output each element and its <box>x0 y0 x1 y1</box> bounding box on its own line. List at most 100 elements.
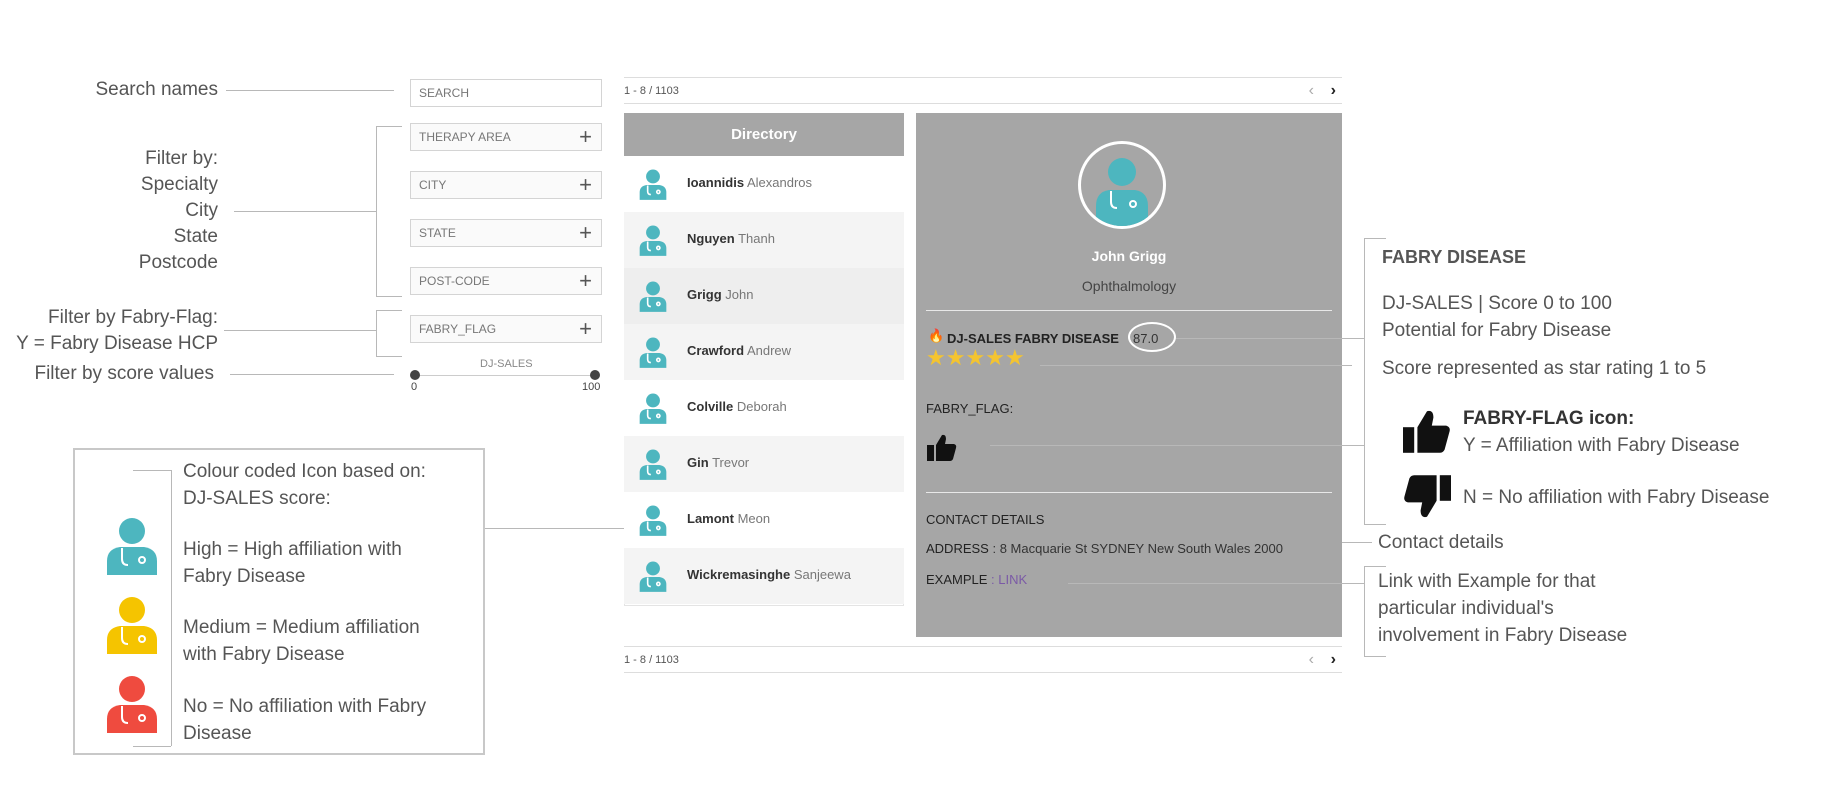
doctor-icon <box>639 225 667 256</box>
slider-max-handle[interactable] <box>590 370 600 380</box>
annotation-score-desc: DJ-SALES | Score 0 to 100 Potential for … <box>1382 290 1612 344</box>
pager-top: 1 - 8 / 1103 ‹ › <box>624 77 1342 104</box>
list-item-name: Gin Trevor <box>687 455 749 470</box>
slider-min-handle[interactable] <box>410 370 420 380</box>
annotation-line: City <box>185 200 218 221</box>
fire-icon: 🔥 <box>928 328 945 343</box>
annotation-line: Y = Fabry Disease HCP <box>16 333 218 354</box>
bracket <box>133 470 171 471</box>
example-row: EXAMPLE : LINK <box>926 572 1027 587</box>
annotation-search-names: Search names <box>95 79 218 100</box>
star-icon: ★ <box>965 345 986 370</box>
first-name: Sanjeewa <box>793 567 851 582</box>
annotation-line: FABRY-FLAG icon: <box>1463 408 1635 429</box>
directory-header: Directory <box>624 113 904 156</box>
chevron-right-icon[interactable]: › <box>1331 78 1336 104</box>
doctor-icon <box>639 169 667 200</box>
first-name: Trevor <box>712 455 750 470</box>
filter-therapy-area[interactable]: THERAPY AREA + <box>410 123 602 151</box>
star-icon: ★ <box>985 345 1005 370</box>
list-item[interactable]: Nguyen Thanh <box>624 212 904 268</box>
bracket <box>376 310 402 311</box>
chevron-right-icon[interactable]: › <box>1331 647 1336 673</box>
list-item[interactable]: Crawford Andrew <box>624 324 904 380</box>
slider-track[interactable] <box>415 375 595 376</box>
doctor-icon-medium <box>107 597 157 654</box>
star-icon: ★ <box>945 345 966 370</box>
profile-name: John Grigg <box>1091 248 1167 264</box>
connector-line <box>226 90 394 91</box>
pager-range: 1 - 8 / 1103 <box>624 654 679 666</box>
bracket <box>171 470 172 746</box>
legend-line: with Fabry Disease <box>183 644 345 665</box>
connector-line <box>1176 338 1364 339</box>
divider <box>926 492 1332 493</box>
list-item[interactable]: Lamont Meon <box>624 492 904 548</box>
annotation-filter-score: Filter by score values <box>34 363 214 384</box>
plus-icon[interactable]: + <box>579 268 592 293</box>
address-label: ADDRESS <box>926 541 989 556</box>
bracket <box>376 310 377 356</box>
legend-no: No = No affiliation with Fabry Disease <box>183 693 426 747</box>
annotation-star-desc: Score represented as star rating 1 to 5 <box>1382 358 1707 379</box>
first-name: Andrew <box>746 343 792 358</box>
profile-specialty: Ophthalmology <box>1081 278 1177 294</box>
slider-label: DJ-SALES <box>480 358 533 370</box>
chevron-left-icon[interactable]: ‹ <box>1309 647 1314 673</box>
flag-label: FABRY_FLAG: <box>926 401 1014 416</box>
search-input[interactable]: SEARCH <box>410 79 602 107</box>
annotation-line: Filter by: <box>145 148 218 169</box>
slider-min-value: 0 <box>411 381 418 393</box>
plus-icon[interactable]: + <box>579 124 592 149</box>
profile-avatar <box>1078 141 1166 229</box>
list-item[interactable]: Wickremasinghe Sanjeewa <box>624 548 904 604</box>
filter-postcode[interactable]: POST-CODE + <box>410 267 602 295</box>
chevron-left-icon[interactable]: ‹ <box>1309 78 1314 104</box>
legend-medium: Medium = Medium affiliation with Fabry D… <box>183 614 420 668</box>
plus-icon[interactable]: + <box>579 172 592 197</box>
bracket <box>1364 566 1386 567</box>
list-item[interactable]: Grigg John <box>624 268 904 324</box>
example-link[interactable]: LINK <box>998 572 1027 587</box>
doctor-icon <box>639 337 667 368</box>
annotation-line: Filter by Fabry-Flag: <box>48 307 218 328</box>
list-item[interactable]: Ioannidis Alexandros <box>624 156 904 212</box>
thumbs-up-icon <box>1403 410 1450 453</box>
connector-line <box>234 211 376 212</box>
thumbs-up-icon <box>927 434 957 461</box>
list-item[interactable]: Gin Trevor <box>624 436 904 492</box>
last-name: Crawford <box>687 343 745 358</box>
contact-title: CONTACT DETAILS <box>926 512 1045 527</box>
filter-fabry-flag[interactable]: FABRY_FLAG + <box>410 315 602 343</box>
legend-high: High = High affiliation with Fabry Disea… <box>183 536 402 590</box>
annotation-line: Potential for Fabry Disease <box>1382 320 1612 341</box>
doctor-icon <box>639 281 667 312</box>
thumbs-down-icon <box>1404 475 1451 518</box>
last-name: Ioannidis <box>687 175 745 190</box>
filter-label: CITY <box>419 178 447 192</box>
legend-line: Disease <box>183 723 252 744</box>
connector-line <box>990 445 1364 446</box>
plus-icon[interactable]: + <box>579 220 592 245</box>
annotation-flag-yes: FABRY-FLAG icon: Y = Affiliation with Fa… <box>1463 405 1740 459</box>
doctor-icon <box>639 505 667 536</box>
doctor-icon <box>1096 158 1148 226</box>
slider-max-value: 100 <box>582 381 601 393</box>
annotation-filter-fabry: Filter by Fabry-Flag: Y = Fabry Disease … <box>0 305 218 357</box>
annotation-line: DJ-SALES | Score 0 to 100 <box>1382 293 1612 314</box>
legend-intro: Colour coded Icon based on: DJ-SALES sco… <box>183 458 426 512</box>
filter-state[interactable]: STATE + <box>410 219 602 247</box>
filter-label: STATE <box>419 226 456 240</box>
connector-line <box>224 330 376 331</box>
legend-line: No = No affiliation with Fabry <box>183 696 427 717</box>
connector-line <box>230 374 394 375</box>
connector-line <box>1040 365 1352 366</box>
plus-icon[interactable]: + <box>579 316 592 341</box>
star-icon: ★ <box>1004 345 1025 370</box>
filter-label: THERAPY AREA <box>419 130 511 144</box>
star-rating: ★★★★★ <box>926 345 1025 371</box>
bracket <box>376 296 402 297</box>
filter-city[interactable]: CITY + <box>410 171 602 199</box>
list-item[interactable]: Colville Deborah <box>624 380 904 436</box>
first-name: Deborah <box>736 399 787 414</box>
